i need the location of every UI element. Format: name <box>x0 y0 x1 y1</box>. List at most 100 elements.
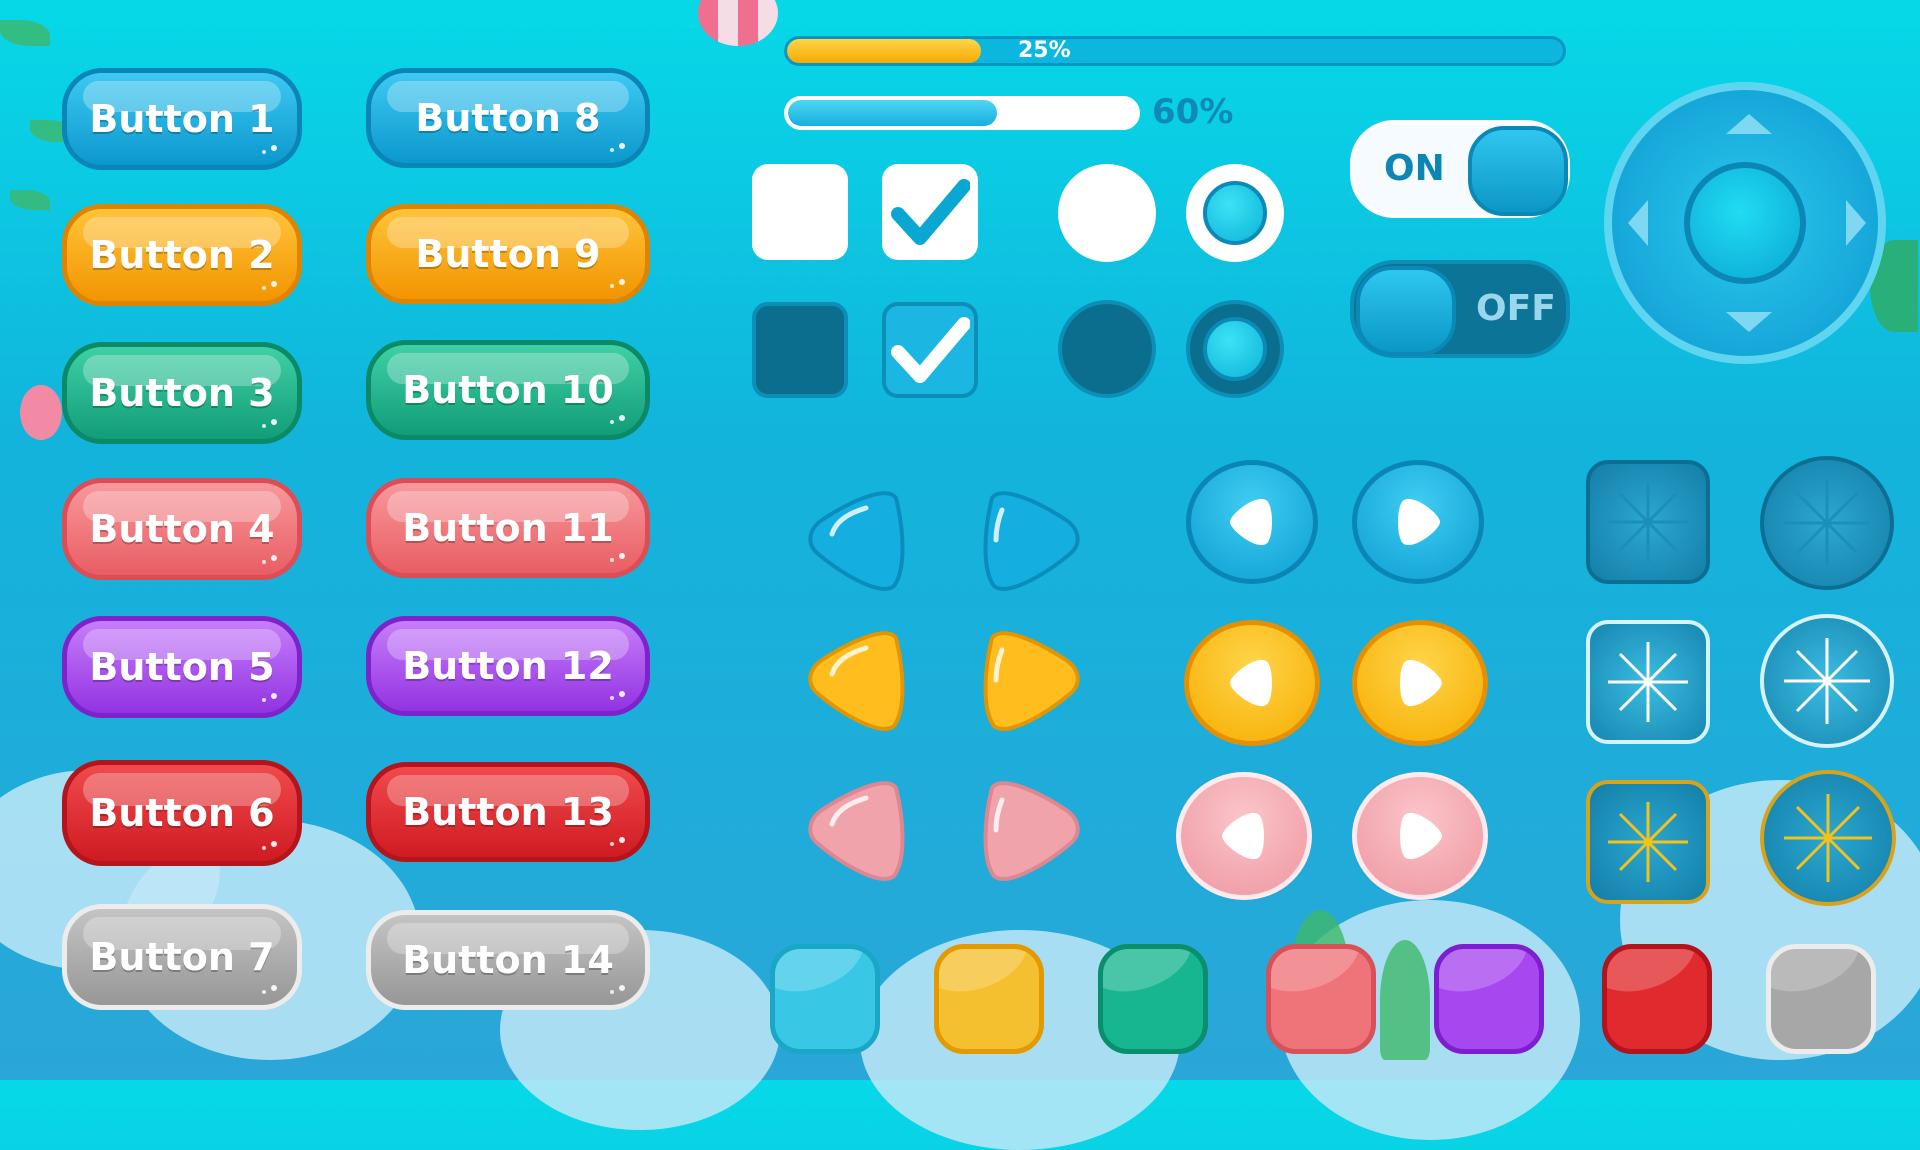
dpad-joystick[interactable] <box>1604 82 1886 364</box>
progress-percent-label: 60% <box>1152 92 1234 132</box>
hot-air-balloon-decoration <box>698 0 778 46</box>
button-label: Button 1 <box>89 97 275 141</box>
button-6[interactable]: Button 6 <box>62 760 302 866</box>
play-left-button-yellow[interactable] <box>1184 620 1320 746</box>
button-label: Button 3 <box>89 371 275 415</box>
sunburst-icon <box>1608 802 1688 882</box>
glass-round-button-gold[interactable] <box>1760 770 1896 906</box>
button-2[interactable]: Button 2 <box>62 204 302 306</box>
glass-round-button[interactable] <box>1760 456 1894 590</box>
button-4[interactable]: Button 4 <box>62 478 302 580</box>
checkbox-unchecked-dark[interactable] <box>752 302 848 398</box>
play-left-icon <box>1222 812 1264 860</box>
square-button-green[interactable] <box>1098 944 1208 1054</box>
arrow-left-yellow[interactable] <box>806 630 910 736</box>
dpad-right-arrow-icon[interactable] <box>1844 198 1868 248</box>
progress-bar-2 <box>784 96 1140 130</box>
radio-selected-dark[interactable] <box>1186 300 1284 398</box>
checkbox-checked[interactable] <box>882 164 978 260</box>
balloon-decoration <box>20 385 62 440</box>
button-label: Button 5 <box>89 645 275 689</box>
radio-dot <box>1203 181 1267 245</box>
progress-percent-label: 25% <box>1018 38 1071 63</box>
glass-round-button-highlight[interactable] <box>1760 614 1894 748</box>
sunburst-icon <box>1608 482 1688 562</box>
button-1[interactable]: Button 1 <box>62 68 302 170</box>
sunburst-icon <box>1784 794 1872 882</box>
sunburst-icon <box>1608 642 1688 722</box>
play-left-icon <box>1230 498 1272 546</box>
play-right-button-pink[interactable] <box>1352 772 1488 900</box>
square-button-gray[interactable] <box>1766 944 1876 1054</box>
play-right-icon <box>1400 659 1442 707</box>
leaf-decoration <box>10 190 50 210</box>
button-14[interactable]: Button 14 <box>366 910 650 1010</box>
radio-unselected-dark[interactable] <box>1058 300 1156 398</box>
radio-selected[interactable] <box>1186 164 1284 262</box>
button-label: Button 9 <box>415 232 601 276</box>
play-right-button-yellow[interactable] <box>1352 620 1488 746</box>
checkmark-icon <box>891 317 970 383</box>
button-label: Button 2 <box>89 233 275 277</box>
button-9[interactable]: Button 9 <box>366 204 650 304</box>
toggle-off-label: OFF <box>1476 288 1556 329</box>
glass-square-button-gold[interactable] <box>1586 780 1710 904</box>
toggle-knob <box>1356 266 1456 356</box>
button-11[interactable]: Button 11 <box>366 478 650 578</box>
toggle-off[interactable]: OFF <box>1350 260 1570 358</box>
button-label: Button 14 <box>402 938 614 982</box>
radio-dot <box>1203 317 1267 381</box>
button-7[interactable]: Button 7 <box>62 904 302 1010</box>
button-label: Button 4 <box>89 507 275 551</box>
arrow-right-yellow[interactable] <box>978 630 1082 736</box>
play-left-icon <box>1230 659 1272 707</box>
checkmark-icon <box>891 179 970 245</box>
plant-decoration <box>1380 940 1430 1060</box>
progress-fill <box>787 39 981 63</box>
button-label: Button 13 <box>402 790 614 834</box>
dpad-up-arrow-icon[interactable] <box>1724 112 1774 136</box>
progress-bar-1 <box>784 36 1566 66</box>
dpad-left-arrow-icon[interactable] <box>1626 198 1650 248</box>
play-left-button-pink[interactable] <box>1176 772 1312 900</box>
progress-fill <box>788 100 997 126</box>
radio-unselected[interactable] <box>1058 164 1156 262</box>
play-right-icon <box>1398 498 1440 546</box>
sunburst-icon <box>1784 480 1870 566</box>
square-button-pink[interactable] <box>1266 944 1376 1054</box>
dpad-down-arrow-icon[interactable] <box>1724 310 1774 334</box>
sunburst-icon <box>1784 638 1870 724</box>
square-button-yellow[interactable] <box>934 944 1044 1054</box>
play-right-icon <box>1400 812 1442 860</box>
toggle-on[interactable]: ON <box>1350 120 1570 218</box>
checkbox-unchecked[interactable] <box>752 164 848 260</box>
button-label: Button 7 <box>89 935 275 979</box>
toggle-knob <box>1468 126 1568 216</box>
button-label: Button 8 <box>415 96 601 140</box>
button-label: Button 11 <box>402 506 614 550</box>
glass-square-button-highlight[interactable] <box>1586 620 1710 744</box>
button-13[interactable]: Button 13 <box>366 762 650 862</box>
checkbox-checked-dark[interactable] <box>882 302 978 398</box>
leaf-decoration <box>0 20 50 46</box>
toggle-on-label: ON <box>1384 148 1445 189</box>
glass-square-button[interactable] <box>1586 460 1710 584</box>
button-label: Button 10 <box>402 368 614 412</box>
arrow-left-pink[interactable] <box>806 780 910 886</box>
button-label: Button 12 <box>402 644 614 688</box>
play-right-button-blue[interactable] <box>1352 460 1484 584</box>
square-button-red[interactable] <box>1602 944 1712 1054</box>
button-8[interactable]: Button 8 <box>366 68 650 168</box>
arrow-right-blue[interactable] <box>978 490 1082 596</box>
button-10[interactable]: Button 10 <box>366 340 650 440</box>
play-left-button-blue[interactable] <box>1186 460 1318 584</box>
button-3[interactable]: Button 3 <box>62 342 302 444</box>
button-5[interactable]: Button 5 <box>62 616 302 718</box>
joystick-center-knob[interactable] <box>1684 162 1806 284</box>
arrow-right-pink[interactable] <box>978 780 1082 886</box>
arrow-left-blue[interactable] <box>806 490 910 596</box>
button-12[interactable]: Button 12 <box>366 616 650 716</box>
square-button-purple[interactable] <box>1434 944 1544 1054</box>
button-label: Button 6 <box>89 791 275 835</box>
square-button-cyan[interactable] <box>770 944 880 1054</box>
